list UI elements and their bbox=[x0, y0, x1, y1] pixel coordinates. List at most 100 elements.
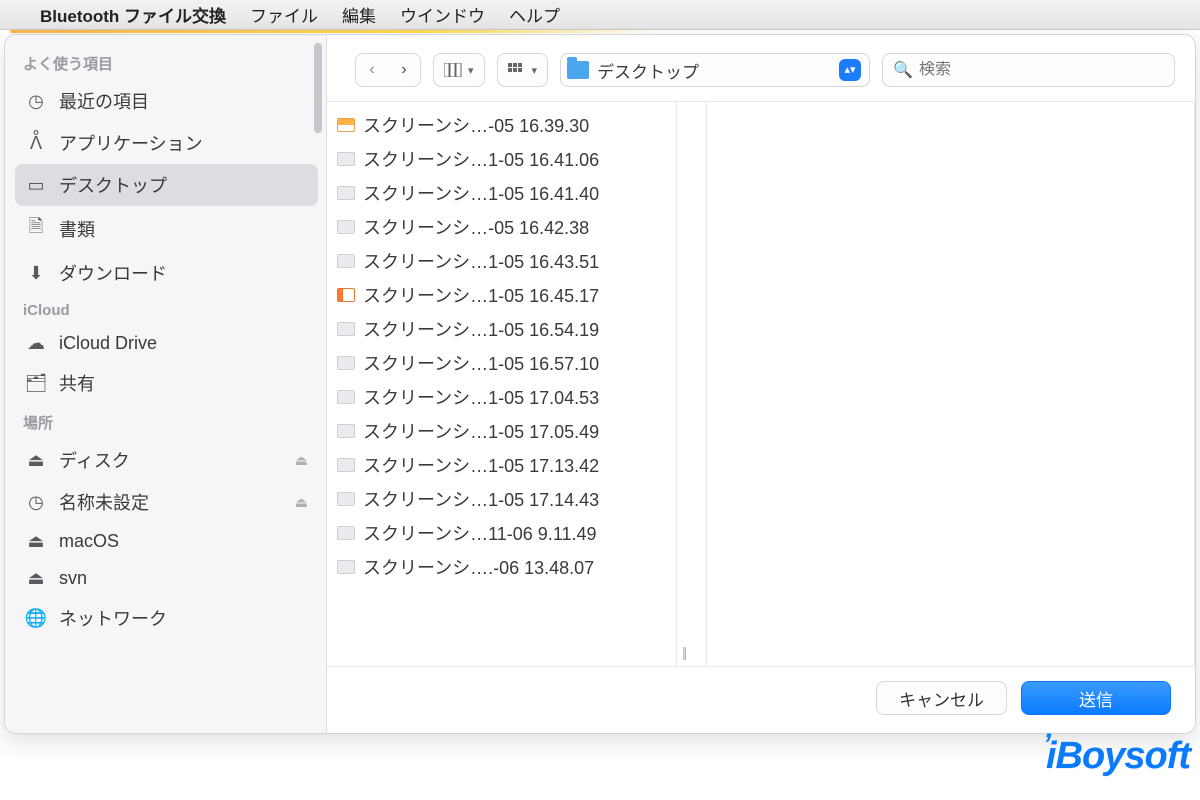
file-row[interactable]: スクリーンシ…1-05 16.57.10 bbox=[327, 346, 676, 380]
file-row[interactable]: スクリーンシ…1-05 17.04.53 bbox=[327, 380, 676, 414]
file-thumbnail-icon bbox=[337, 254, 355, 268]
sidebar-item-label: ディスク bbox=[59, 447, 130, 473]
file-thumbnail-icon bbox=[337, 356, 355, 370]
sidebar-item-svn[interactable]: ⏏svn bbox=[15, 560, 318, 597]
file-thumbnail-icon bbox=[337, 118, 355, 132]
file-row[interactable]: スクリーンシ…1-05 17.13.42 bbox=[327, 448, 676, 482]
sidebar-item-label: ネットワーク bbox=[59, 605, 167, 631]
sidebar-item-アプリケーション[interactable]: ᐰ アプリケーション bbox=[15, 122, 318, 164]
updown-stepper-icon: ▴▾ bbox=[839, 59, 861, 81]
sidebar-item-共有[interactable]: 🗂共有 bbox=[15, 362, 318, 404]
view-columns-button[interactable]: ▾ bbox=[433, 53, 485, 87]
file-row[interactable]: スクリーンシ…1-05 16.54.19 bbox=[327, 312, 676, 346]
menu-edit[interactable]: 編集 bbox=[342, 2, 376, 27]
send-button[interactable]: 送信 bbox=[1021, 681, 1171, 715]
system-menubar: Bluetooth ファイル交換 ファイル 編集 ウインドウ ヘルプ bbox=[0, 0, 1200, 30]
globe-icon: 🌐 bbox=[25, 608, 47, 629]
sidebar-item-デスクトップ[interactable]: ▭ デスクトップ bbox=[15, 164, 318, 206]
disk-icon: ⏏ bbox=[25, 531, 47, 552]
file-thumbnail-icon bbox=[337, 526, 355, 540]
doc-icon: 🗎 bbox=[25, 214, 47, 244]
file-name: スクリーンシ…-05 16.39.30 bbox=[363, 112, 589, 138]
eject-icon[interactable]: ⏏ bbox=[295, 452, 308, 469]
sidebar-item-label: 書類 bbox=[59, 216, 95, 242]
file-row[interactable]: スクリーンシ…-05 16.39.30 bbox=[327, 108, 676, 142]
file-name: スクリーンシ…1-05 16.57.10 bbox=[363, 350, 599, 376]
sidebar-item-label: ダウンロード bbox=[59, 260, 167, 286]
sidebar-item-label: iCloud Drive bbox=[59, 333, 157, 354]
group-by-button[interactable]: ▾ bbox=[497, 53, 549, 87]
file-name: スクリーンシ…1-05 16.41.06 bbox=[363, 146, 599, 172]
sidebar-item-ディスク[interactable]: ⏏ ディスク ⏏ bbox=[15, 439, 318, 481]
menu-file[interactable]: ファイル bbox=[250, 2, 318, 27]
menu-help[interactable]: ヘルプ bbox=[509, 2, 560, 27]
file-thumbnail-icon bbox=[337, 458, 355, 472]
forward-button[interactable]: › bbox=[388, 54, 420, 86]
file-name: スクリーンシ…1-05 16.41.40 bbox=[363, 180, 599, 206]
column-resize-handle[interactable]: || bbox=[682, 644, 685, 660]
sidebar-scrollbar[interactable] bbox=[314, 43, 322, 133]
file-column-2[interactable] bbox=[677, 102, 707, 666]
file-thumbnail-icon bbox=[337, 492, 355, 506]
file-name: スクリーンシ…1-05 16.43.51 bbox=[363, 248, 599, 274]
sidebar-item-label: アプリケーション bbox=[59, 130, 203, 156]
sidebar-item-最近の項目[interactable]: ◷最近の項目 bbox=[15, 80, 318, 122]
file-column-1[interactable]: スクリーンシ…-05 16.39.30 スクリーンシ…1-05 16.41.06 ス… bbox=[327, 102, 677, 666]
file-column-3[interactable] bbox=[707, 102, 1195, 666]
file-thumbnail-icon bbox=[337, 220, 355, 234]
dialog-footer: キャンセル 送信 bbox=[327, 666, 1195, 733]
sidebar-item-書類[interactable]: 🗎 書類 bbox=[15, 206, 318, 252]
file-row[interactable]: スクリーンシ…1-05 16.45.17 bbox=[327, 278, 676, 312]
menu-window[interactable]: ウインドウ bbox=[400, 2, 485, 27]
folder-icon bbox=[567, 61, 589, 79]
file-thumbnail-icon bbox=[337, 322, 355, 336]
sidebar-section-header: iCloud bbox=[15, 294, 318, 325]
sidebar-item-label: svn bbox=[59, 568, 87, 589]
file-name: スクリーンシ…1-05 17.13.42 bbox=[363, 452, 599, 478]
disk-icon: ⏏ bbox=[25, 450, 47, 471]
file-row[interactable]: スクリーンシ…1-05 17.05.49 bbox=[327, 414, 676, 448]
watermark-logo: ’iBoysoft bbox=[1039, 735, 1190, 778]
file-name: スクリーンシ…1-05 16.54.19 bbox=[363, 316, 599, 342]
eject-icon[interactable]: ⏏ bbox=[295, 494, 308, 511]
file-thumbnail-icon bbox=[337, 288, 355, 302]
download-icon: ⬇ bbox=[25, 263, 47, 284]
cloud-icon: ☁ bbox=[25, 333, 47, 354]
chevron-down-icon: ▾ bbox=[532, 64, 538, 77]
nav-back-forward: ‹ › bbox=[355, 53, 421, 87]
file-name: スクリーンシ…-05 16.42.38 bbox=[363, 214, 589, 240]
file-row[interactable]: スクリーンシ…1-05 17.14.43 bbox=[327, 482, 676, 516]
file-name: スクリーンシ…1-05 17.14.43 bbox=[363, 486, 599, 512]
sidebar-item-ネットワーク[interactable]: 🌐 ネットワーク bbox=[15, 597, 318, 639]
file-row[interactable]: スクリーンシ…11-06 9.11.49 bbox=[327, 516, 676, 550]
sidebar-item-macOS[interactable]: ⏏ macOS bbox=[15, 523, 318, 560]
sidebar-item-label: macOS bbox=[59, 531, 119, 552]
app-name[interactable]: Bluetooth ファイル交換 bbox=[40, 2, 226, 27]
file-name: スクリーンシ…1-05 17.05.49 bbox=[363, 418, 599, 444]
cancel-button[interactable]: キャンセル bbox=[876, 681, 1007, 715]
sidebar-item-label: 共有 bbox=[59, 370, 95, 396]
sidebar-section-header: 場所 bbox=[15, 404, 318, 439]
back-button[interactable]: ‹ bbox=[356, 54, 388, 86]
clock-icon: ◷ bbox=[25, 91, 47, 112]
search-field[interactable]: 🔍 bbox=[882, 53, 1175, 87]
file-row[interactable]: スクリーンシ…1-05 16.41.06 bbox=[327, 142, 676, 176]
sidebar-item-label: デスクトップ bbox=[59, 172, 167, 198]
file-row[interactable]: スクリーンシ….-06 13.48.07 bbox=[327, 550, 676, 584]
sidebar-item-名称未設定[interactable]: ◷名称未設定⏏ bbox=[15, 481, 318, 523]
open-panel: よく使う項目◷最近の項目ᐰアプリケーション▭デスクトップ🗎書類⬇ダウンロードiC… bbox=[4, 34, 1196, 734]
file-name: スクリーンシ…1-05 16.45.17 bbox=[363, 282, 599, 308]
file-row[interactable]: スクリーンシ…-05 16.42.38 bbox=[327, 210, 676, 244]
sidebar-item-ダウンロード[interactable]: ⬇ ダウンロード bbox=[15, 252, 318, 294]
app-icon: ᐰ bbox=[25, 133, 47, 154]
sidebar: よく使う項目◷最近の項目ᐰアプリケーション▭デスクトップ🗎書類⬇ダウンロードiC… bbox=[5, 35, 327, 733]
location-label: デスクトップ bbox=[597, 58, 831, 83]
search-input[interactable] bbox=[919, 61, 1164, 79]
file-columns: スクリーンシ…-05 16.39.30 スクリーンシ…1-05 16.41.06 ス… bbox=[327, 101, 1195, 666]
file-row[interactable]: スクリーンシ…1-05 16.43.51 bbox=[327, 244, 676, 278]
desktop-icon: ▭ bbox=[25, 175, 47, 196]
sidebar-item-iCloud-Drive[interactable]: ☁ iCloud Drive bbox=[15, 325, 318, 362]
sidebar-item-label: 名称未設定 bbox=[59, 489, 149, 515]
file-row[interactable]: スクリーンシ…1-05 16.41.40 bbox=[327, 176, 676, 210]
location-popup[interactable]: デスクトップ ▴▾ bbox=[560, 53, 870, 87]
